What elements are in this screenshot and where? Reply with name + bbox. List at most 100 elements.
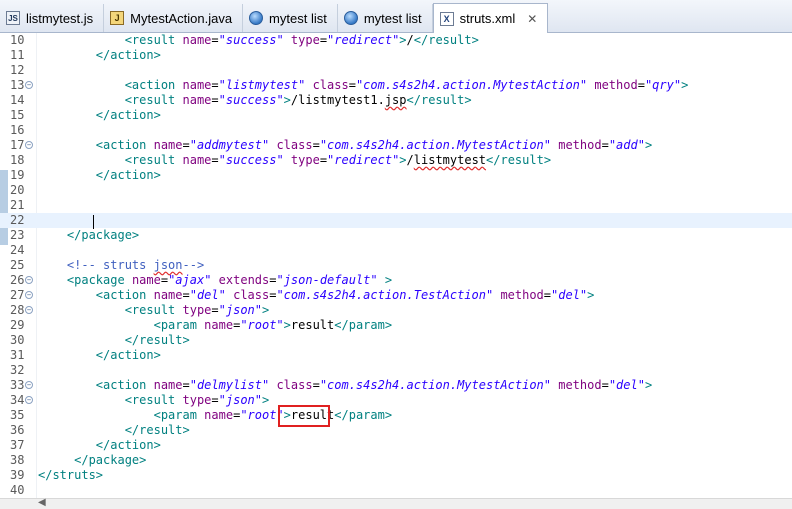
line-number: 14 <box>10 93 25 107</box>
close-icon[interactable]: ✕ <box>527 12 537 26</box>
line-number: 16 <box>10 123 25 137</box>
code-line[interactable]: 28− <result type="json"> <box>0 303 792 318</box>
globe-icon <box>249 11 264 25</box>
code-text: <!-- struts json--> <box>66 258 205 272</box>
line-number: 12 <box>10 63 25 77</box>
code-text: <action name="listmytest" class="com.s4s… <box>124 78 689 92</box>
code-line[interactable]: 39 </struts> <box>0 468 792 483</box>
line-number: 19 <box>10 168 25 182</box>
scroll-left-arrow-icon[interactable]: ◀ <box>38 497 46 508</box>
code-text: <action name="delmylist" class="com.s4s2… <box>95 378 653 392</box>
line-number: 23 <box>10 228 25 242</box>
java-file-icon: J <box>110 11 125 25</box>
code-line[interactable]: 12 <box>0 63 792 78</box>
code-text: </result> <box>124 333 190 347</box>
code-line[interactable]: 21 <box>0 198 792 213</box>
code-line[interactable]: 37 </action> <box>0 438 792 453</box>
code-text: <action name="addmytest" class="com.s4s2… <box>95 138 653 152</box>
code-text: <result name="success">/listmytest1.jsp<… <box>124 93 472 107</box>
code-line[interactable]: 38 </package> <box>0 453 792 468</box>
code-text: </struts> <box>38 468 104 482</box>
line-number: 32 <box>10 363 25 377</box>
line-number: 39 <box>10 468 25 482</box>
line-number: 31 <box>10 348 25 362</box>
code-line[interactable]: 26− <package name="ajax" extends="json-d… <box>0 273 792 288</box>
tab-0[interactable]: JS listmytest.js <box>0 4 105 32</box>
code-line[interactable]: 36 </result> <box>0 423 792 438</box>
code-line[interactable]: 15 </action> <box>0 108 792 123</box>
tab-label: mytest list <box>363 10 422 26</box>
line-number: 24 <box>10 243 25 257</box>
code-line[interactable]: 23 </package> <box>0 228 792 243</box>
tab-4[interactable]: Xstruts.xml ✕ <box>432 3 549 33</box>
code-line[interactable]: 24 <box>0 243 792 258</box>
fold-toggle-icon[interactable]: − <box>25 81 33 89</box>
code-text: </action> <box>95 108 161 122</box>
code-line[interactable]: 20 <box>0 183 792 198</box>
line-number: 21 <box>10 198 25 212</box>
line-number: 35 <box>10 408 25 422</box>
code-line[interactable]: 18 <result name="success" type="redirect… <box>0 153 792 168</box>
code-line[interactable]: 30 </result> <box>0 333 792 348</box>
tab-3[interactable]: mytest list <box>338 4 433 32</box>
line-number: 15 <box>10 108 25 122</box>
text-caret <box>93 215 94 229</box>
code-text: </action> <box>95 348 161 362</box>
tab-label: mytest list <box>269 10 327 26</box>
tab-label: MytestAction.java <box>130 10 233 26</box>
horizontal-scrollbar[interactable]: ◀ <box>0 497 792 509</box>
fold-toggle-icon[interactable]: − <box>25 276 33 284</box>
code-text: <result name="success" type="redirect">/… <box>124 33 479 47</box>
line-number: 36 <box>10 423 25 437</box>
tab-label: struts.xml <box>459 11 516 26</box>
code-line[interactable]: 31 </action> <box>0 348 792 363</box>
code-lines[interactable]: 10 <result name="success" type="redirect… <box>0 33 792 498</box>
code-line[interactable]: 13− <action name="listmytest" class="com… <box>0 78 792 93</box>
editor-tab-bar: JS listmytest.js J MytestAction.java mytest … <box>0 0 792 33</box>
code-line[interactable]: 25 <!-- struts json--> <box>0 258 792 273</box>
fold-toggle-icon[interactable]: − <box>25 381 33 389</box>
js-file-icon: JS <box>6 11 20 25</box>
line-number: 22 <box>10 213 25 227</box>
fold-toggle-icon[interactable]: − <box>25 141 33 149</box>
line-number: 29 <box>10 318 25 332</box>
code-line[interactable]: 14 <result name="success">/listmytest1.j… <box>0 93 792 108</box>
code-text: <param name="root">result</param> <box>153 318 393 332</box>
code-line[interactable]: 10 <result name="success" type="redirect… <box>0 33 792 48</box>
fold-toggle-icon[interactable]: − <box>25 396 33 404</box>
code-line[interactable]: 19 </action> <box>0 168 792 183</box>
tab-1[interactable]: J MytestAction.java <box>104 4 244 32</box>
line-number: 30 <box>10 333 25 347</box>
code-line[interactable]: 35 <param name="root">result</param> <box>0 408 792 423</box>
tab-label: listmytest.js <box>26 10 94 26</box>
line-number: 40 <box>10 483 25 497</box>
code-editor[interactable]: 10 <result name="success" type="redirect… <box>0 33 792 498</box>
code-text: <package name="ajax" extends="json-defau… <box>66 273 393 287</box>
line-number: 11 <box>10 48 25 62</box>
tab-2[interactable]: mytest list <box>243 4 338 32</box>
code-line[interactable]: 17− <action name="addmytest" class="com.… <box>0 138 792 153</box>
code-text: </action> <box>95 48 161 62</box>
fold-toggle-icon[interactable]: − <box>25 306 33 314</box>
code-line[interactable]: 34− <result type="json"> <box>0 393 792 408</box>
code-line[interactable]: 16 <box>0 123 792 138</box>
xml-file-icon: X <box>439 11 454 26</box>
code-line[interactable]: 29 <param name="root">result</param> <box>0 318 792 333</box>
code-text: </action> <box>95 168 161 182</box>
line-number: 25 <box>10 258 25 272</box>
code-line[interactable]: 40 <box>0 483 792 498</box>
code-line[interactable]: 27− <action name="del" class="com.s4s2h4… <box>0 288 792 303</box>
code-text: </package> <box>66 228 140 242</box>
code-text: </package> <box>74 453 147 467</box>
code-line[interactable]: 32 <box>0 363 792 378</box>
code-line[interactable]: 33− <action name="delmylist" class="com.… <box>0 378 792 393</box>
code-text: <param name="root">result</param> <box>153 408 393 422</box>
code-text: </action> <box>95 438 161 452</box>
code-line[interactable]: 22 <box>0 213 792 228</box>
code-line[interactable]: 11 </action> <box>0 48 792 63</box>
code-text: <result type="json"> <box>124 393 270 407</box>
line-number: 10 <box>10 33 25 47</box>
line-number: 18 <box>10 153 25 167</box>
line-number: 37 <box>10 438 25 452</box>
fold-toggle-icon[interactable]: − <box>25 291 33 299</box>
